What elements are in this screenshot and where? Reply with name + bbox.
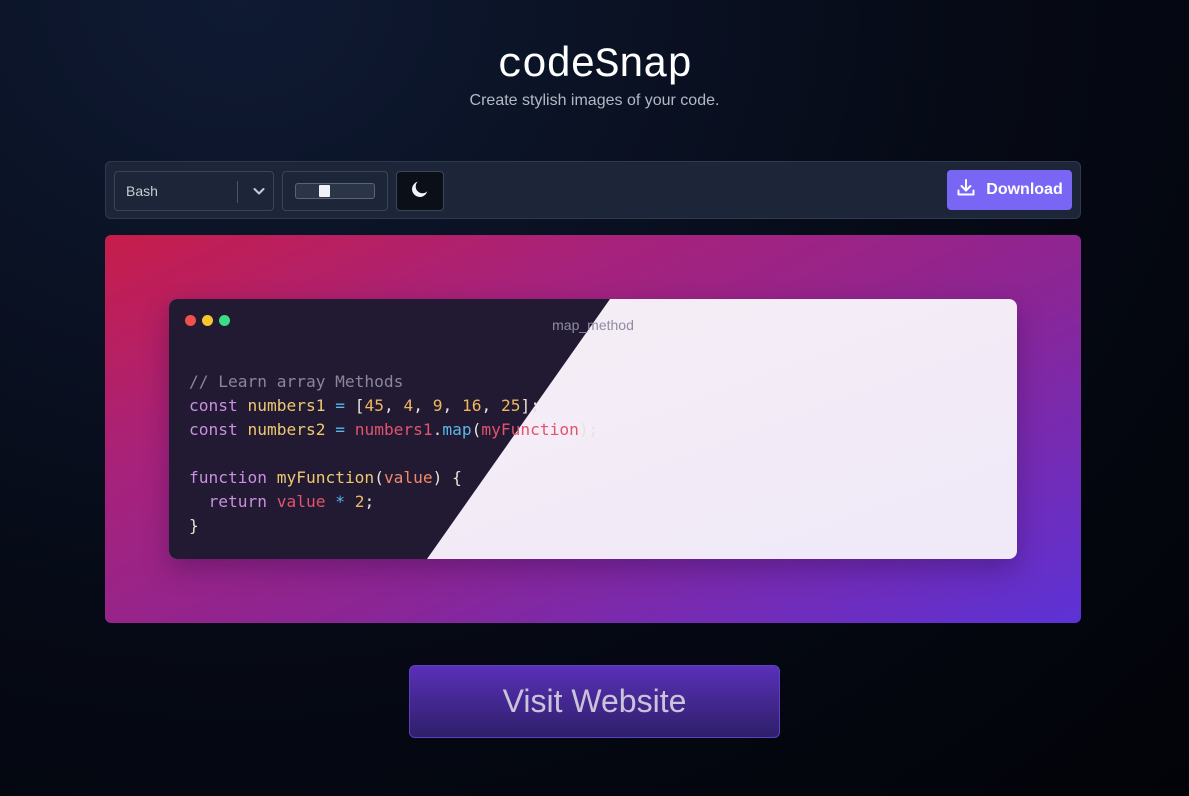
code-token: [ xyxy=(354,396,365,415)
code-token: ( xyxy=(471,420,482,439)
download-label: Download xyxy=(986,181,1063,198)
code-token: = xyxy=(325,420,355,439)
code-line: const numbers1 = [45, 4, 9, 16, 25]; xyxy=(189,394,598,418)
code-token: ) { xyxy=(432,468,462,487)
header: codeSnap Create stylish images of your c… xyxy=(0,40,1189,110)
code-token: const xyxy=(189,420,248,439)
code-token: 9 xyxy=(432,396,443,415)
code-token: ; xyxy=(364,492,375,511)
code-token: ]; xyxy=(520,396,540,415)
slider-track[interactable] xyxy=(295,183,375,199)
code-token: myFunction xyxy=(276,468,375,487)
chevron-down-icon[interactable] xyxy=(245,172,273,210)
app-subtitle: Create stylish images of your code. xyxy=(469,92,720,109)
snapshot-canvas: map_method // Learn array Methods const n… xyxy=(105,235,1081,623)
code-line: const numbers2 = numbers1.map(myFunction… xyxy=(189,418,598,442)
select-divider xyxy=(237,181,238,203)
code-token: 16 xyxy=(461,396,482,415)
code-token: * xyxy=(325,492,355,511)
code-editor[interactable]: // Learn array Methods const numbers1 = [… xyxy=(189,370,598,538)
code-token: map xyxy=(442,420,472,439)
code-token: ); xyxy=(578,420,599,439)
code-token: , xyxy=(413,396,433,415)
code-token: myFunction xyxy=(481,420,579,439)
code-line: } xyxy=(189,514,598,538)
code-token: . xyxy=(432,420,443,439)
code-token: 4 xyxy=(403,396,414,415)
app-title: codeSnap xyxy=(497,41,693,89)
moon-icon xyxy=(409,178,431,205)
download-button[interactable]: Download xyxy=(947,170,1072,210)
code-token: 45 xyxy=(364,396,384,415)
code-line: function myFunction(value) { xyxy=(189,466,598,490)
code-token: value xyxy=(276,492,326,511)
theme-toggle-button[interactable] xyxy=(396,171,444,211)
code-token: numbers1 xyxy=(354,420,433,439)
file-name[interactable]: map_method xyxy=(169,317,1017,333)
code-token: , xyxy=(383,396,404,415)
code-token: , xyxy=(481,396,501,415)
download-icon xyxy=(956,178,976,203)
code-token: const xyxy=(189,396,248,415)
code-line: // Learn array Methods xyxy=(189,370,598,394)
code-token: ( xyxy=(374,468,384,487)
toolbar: Bash Download xyxy=(105,161,1081,219)
code-token: numbers2 xyxy=(247,420,326,439)
code-token: numbers1 xyxy=(247,396,326,415)
visit-website-button[interactable]: Visit Website xyxy=(409,665,780,738)
code-token: 25 xyxy=(500,396,521,415)
slider-thumb[interactable] xyxy=(319,185,330,197)
code-token: } xyxy=(189,516,199,535)
code-token: function xyxy=(189,468,277,487)
code-token: value xyxy=(383,468,433,487)
code-token: 2 xyxy=(354,492,365,511)
code-token: // Learn array Methods xyxy=(189,372,404,391)
code-token: return xyxy=(208,492,277,511)
language-select[interactable]: Bash xyxy=(114,171,274,211)
code-window: map_method // Learn array Methods const n… xyxy=(169,299,1017,559)
padding-slider[interactable] xyxy=(282,171,388,211)
code-line: return value * 2; xyxy=(189,490,598,514)
code-token: = xyxy=(325,396,355,415)
language-select-value: Bash xyxy=(126,183,158,199)
code-token: , xyxy=(442,396,462,415)
